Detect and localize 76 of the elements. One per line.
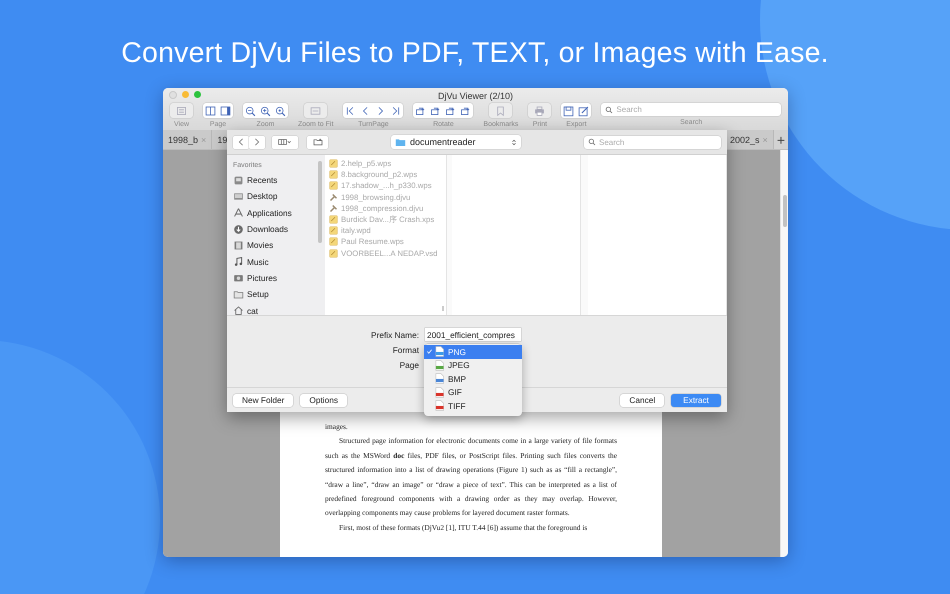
window-title: DjVu Viewer (2/10) [438, 91, 514, 101]
sidebar-item[interactable]: cat [233, 302, 325, 315]
sidebar-icon [175, 104, 188, 116]
menu-item[interactable]: TIFF [424, 399, 522, 412]
menu-item[interactable]: BMP [424, 372, 522, 386]
sidebar-item[interactable]: Downloads [233, 220, 325, 238]
file-icon [435, 386, 444, 398]
document-icon [329, 170, 338, 180]
dialog-button[interactable]: Options [300, 394, 348, 406]
checkmark-icon [426, 348, 433, 356]
scrollbar-thumb[interactable] [318, 161, 322, 243]
document-icon [329, 237, 338, 246]
house-icon [233, 305, 244, 315]
document-tab[interactable]: 2002_s × [725, 130, 774, 149]
sidebar-item[interactable]: Recents [233, 172, 325, 188]
columns-icon [278, 138, 292, 146]
download-icon [233, 224, 244, 235]
pencil-square-icon [577, 104, 590, 116]
printer-icon [533, 104, 546, 116]
sidebar-item[interactable]: Applications [233, 204, 325, 221]
menu-item[interactable]: PNG [424, 345, 522, 358]
sidebar-item[interactable]: Pictures [233, 270, 325, 286]
forward-button[interactable] [249, 136, 265, 148]
document-icon [329, 159, 338, 168]
file-icon [435, 346, 444, 358]
location-dropdown[interactable]: documentreader [391, 135, 521, 149]
film-icon [233, 240, 244, 251]
folder-icon [395, 138, 406, 146]
document-tab[interactable]: 1998_b × [163, 130, 212, 149]
dialog-button[interactable]: Cancel [620, 394, 664, 406]
single-page-icon [219, 104, 232, 116]
chevron-right-icon [253, 137, 261, 147]
view-mode-button[interactable] [272, 136, 298, 148]
file-icon [435, 360, 444, 371]
field-label: Prefix Name: [370, 330, 420, 340]
document-icon [329, 226, 338, 236]
file-icon [435, 373, 444, 384]
desktop-icon [233, 190, 244, 202]
zoom-in-icon [259, 104, 272, 116]
menu-item[interactable]: GIF [424, 386, 522, 399]
prefix-name-field[interactable]: 2001_efficient_compres [425, 328, 521, 341]
headline: Convert DjVu Files to PDF, TEXT, or Images with Ease. [120, 36, 830, 71]
tools-icon [329, 192, 338, 202]
zoom-reset-icon [274, 104, 287, 116]
sidebar-item[interactable]: Movies [233, 237, 325, 254]
chevron-left-icon [237, 137, 245, 147]
new-tab-button[interactable]: + [774, 130, 788, 149]
document-icon [329, 215, 338, 224]
fit-width-icon [309, 104, 322, 116]
dialog-button[interactable]: New Folder [233, 394, 294, 406]
document-icon [329, 248, 338, 258]
new-folder-button[interactable] [307, 136, 328, 148]
search-field[interactable]: Search [601, 103, 781, 116]
zoom-out-icon [244, 104, 257, 116]
applications-icon [233, 207, 244, 218]
search-icon [605, 106, 614, 114]
menu-item[interactable]: JPEG [424, 358, 522, 372]
camera-icon [233, 272, 244, 284]
up-down-arrows-icon [511, 138, 517, 146]
file-icon [435, 400, 444, 412]
document-icon [329, 181, 338, 190]
sidebar-item[interactable]: Desktop [233, 188, 325, 205]
folder-plus-icon [310, 138, 324, 146]
tools-icon [329, 204, 338, 213]
column-resize-handle[interactable] [442, 306, 444, 311]
scrollbar-thumb[interactable] [782, 195, 786, 227]
folder-icon [233, 288, 244, 300]
back-button[interactable] [233, 136, 249, 148]
field-label: Page [398, 360, 420, 370]
music-note-icon [233, 256, 244, 268]
field-label: Format [392, 344, 420, 354]
sidebar-item[interactable]: Music [233, 253, 325, 270]
sidebar-item[interactable]: Setup [233, 286, 325, 302]
two-page-icon [204, 104, 217, 116]
search-field[interactable]: Search [584, 136, 721, 148]
search-icon [588, 138, 596, 146]
